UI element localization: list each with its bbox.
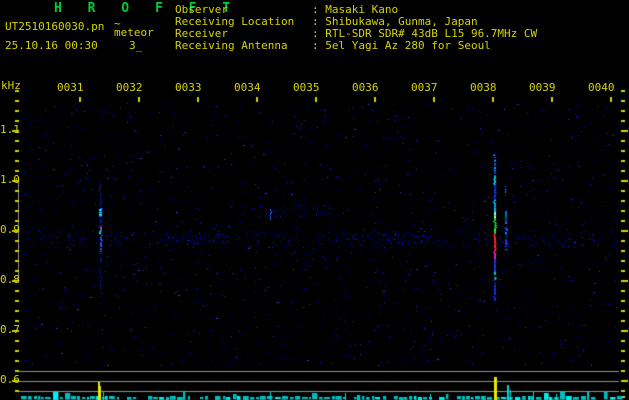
- info-value: : 5el Yagi Az 280 for Seoul: [312, 39, 491, 52]
- output-filename: UT2510160030.pn: [5, 20, 105, 33]
- echo-counter: 3_: [129, 39, 143, 52]
- station-name: meteor: [114, 26, 154, 39]
- hrofft-screen: { "header": { "title": "H R O F F T", "f…: [0, 0, 629, 400]
- x-axis-tick-label: 0033: [175, 81, 202, 94]
- y-axis-tick-label: 0.8: [0, 273, 20, 286]
- x-axis-tick-label: 0038: [470, 81, 497, 94]
- info-row: Receiving Antenna : 5el Yagi Az 280 for S…: [175, 40, 537, 52]
- x-axis-tick-label: 0036: [352, 81, 379, 94]
- x-axis-tick-label: 0032: [116, 81, 143, 94]
- y-axis-tick-label: 1.0: [0, 173, 20, 186]
- x-axis-tick-label: 0031: [57, 81, 84, 94]
- x-axis-tick-label: 0035: [293, 81, 320, 94]
- x-axis-tick-label: 0040: [588, 81, 615, 94]
- info-label: Receiving Antenna: [175, 39, 288, 52]
- y-axis-tick-label: 1.1: [0, 123, 20, 136]
- y-axis-unit-label: kHz: [1, 79, 21, 92]
- x-axis-tick-label: 0034: [234, 81, 261, 94]
- x-axis-tick-label: 0037: [411, 81, 438, 94]
- x-axis-tick-label: 0039: [529, 81, 556, 94]
- spectrogram-canvas: [0, 0, 629, 400]
- y-axis-tick-label: 0.7: [0, 323, 20, 336]
- observation-datetime: 25.10.16 00:30: [5, 39, 98, 52]
- observer-info-block: Observer: Masaki Kano Receiving Location:…: [175, 4, 537, 52]
- y-axis-tick-label: 0.6: [0, 373, 20, 386]
- y-axis-tick-label: 0.9: [0, 223, 20, 236]
